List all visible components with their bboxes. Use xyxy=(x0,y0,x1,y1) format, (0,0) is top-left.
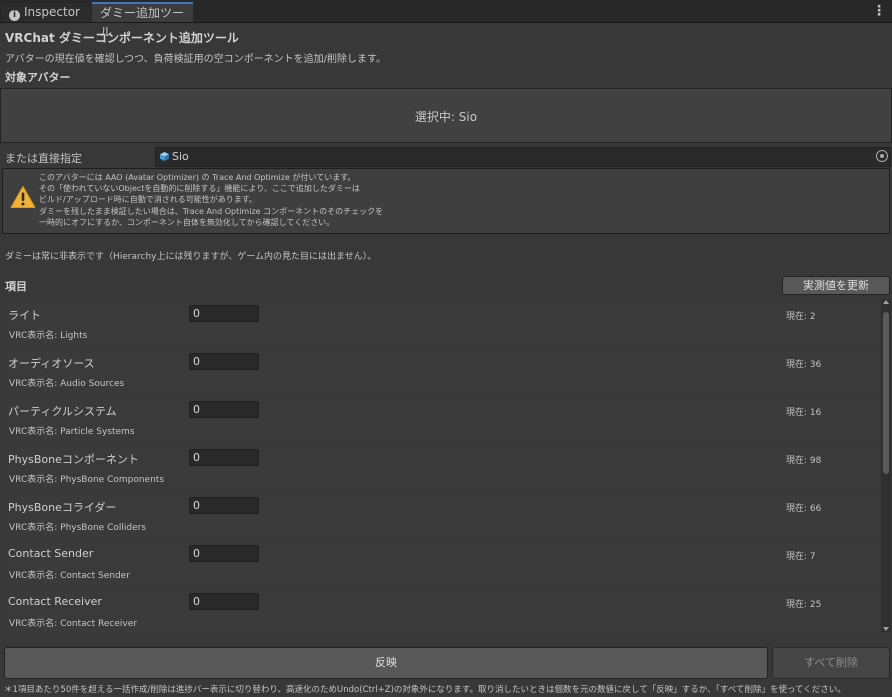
delete-all-button[interactable]: すべて削除 xyxy=(772,647,890,679)
item-name: Contact Sender xyxy=(8,547,94,560)
item-current-value: 現在: 25 xyxy=(786,600,822,610)
items-list: ライト VRC表示名: Lights 現在: 2 オーディオソース VRC表示名… xyxy=(2,299,880,632)
warning-line: このアバターには AAO (Avatar Optimizer) の Trace … xyxy=(39,173,356,182)
item-count-input[interactable] xyxy=(189,497,259,514)
gameobject-icon xyxy=(160,152,169,161)
item-count-input[interactable] xyxy=(189,449,259,466)
page-description: アバターの現在値を確認しつつ、負荷検証用の空コンポーネントを追加/削除します。 xyxy=(5,54,386,65)
item-name: パーティクルシステム xyxy=(8,405,117,418)
footer-note: ＊1項目あたり50件を超える一括作成/削除は進捗バー表示に切り替わり、高速化のた… xyxy=(4,685,846,695)
info-icon: i xyxy=(9,10,20,21)
item-vrc-name: VRC表示名: Lights xyxy=(9,331,88,341)
warning-icon xyxy=(10,186,36,208)
aao-warning-box: このアバターには AAO (Avatar Optimizer) の Trace … xyxy=(2,168,890,234)
item-current-value: 現在: 36 xyxy=(786,360,822,370)
item-name: PhysBoneコンポーネント xyxy=(8,453,139,466)
item-name: オーディオソース xyxy=(8,357,95,370)
item-name: Contact Receiver xyxy=(8,595,102,608)
scroll-up-icon[interactable] xyxy=(883,300,889,304)
item-row-lights: ライト VRC表示名: Lights 現在: 2 xyxy=(2,301,880,346)
hidden-dummy-note: ダミーは常に非表示です（Hierarchy上には残りますが、ゲーム内の見た目には… xyxy=(5,252,377,262)
selected-avatar-label: 選択中: Sio xyxy=(414,110,478,124)
tab-inspector[interactable]: i Inspector xyxy=(2,3,90,22)
item-current-value: 現在: 66 xyxy=(786,504,822,514)
tab-dummy-tool[interactable]: ダミー追加ツール xyxy=(92,2,193,39)
item-vrc-name: VRC表示名: Audio Sources xyxy=(9,379,125,389)
direct-specify-label: または直接指定 xyxy=(5,152,82,165)
item-name: ライト xyxy=(8,309,41,322)
apply-button[interactable]: 反映 xyxy=(4,647,768,679)
item-count-input[interactable] xyxy=(189,401,259,418)
item-row-particle-systems: パーティクルシステム VRC表示名: Particle Systems 現在: … xyxy=(2,397,880,442)
item-count-input[interactable] xyxy=(189,593,259,610)
item-count-input[interactable] xyxy=(189,305,259,322)
item-vrc-name: VRC表示名: Contact Receiver xyxy=(9,619,137,629)
item-current-value: 現在: 98 xyxy=(786,456,822,466)
avatar-object-field[interactable]: Sio xyxy=(155,147,891,167)
item-vrc-name: VRC表示名: Particle Systems xyxy=(9,427,135,437)
warning-line: その「使われていないObjectを自動的に削除する」機能により、ここで追加したダ… xyxy=(39,184,360,194)
refresh-measured-button[interactable]: 実測値を更新 xyxy=(782,276,890,295)
scrollbar-thumb[interactable] xyxy=(883,312,889,474)
item-row-contact-sender: Contact Sender VRC表示名: Contact Sender 現在… xyxy=(2,541,880,586)
items-scrollbar[interactable] xyxy=(881,299,891,632)
item-row-physbone-components: PhysBoneコンポーネント VRC表示名: PhysBone Compone… xyxy=(2,445,880,490)
item-vrc-name: VRC表示名: PhysBone Components xyxy=(9,475,165,485)
target-avatar-header: 対象アバター xyxy=(5,71,71,84)
item-name: PhysBoneコライダー xyxy=(8,501,117,514)
item-vrc-name: VRC表示名: Contact Sender xyxy=(9,571,130,581)
items-header: 項目 xyxy=(5,280,27,293)
tab-menu-icon[interactable]: ⋮ xyxy=(872,3,886,19)
tab-inspector-label: Inspector xyxy=(24,5,80,19)
scroll-down-icon[interactable] xyxy=(883,627,889,631)
item-count-input[interactable] xyxy=(189,545,259,562)
page-title: VRChat ダミーコンポーネント追加ツール xyxy=(5,31,239,45)
item-row-physbone-colliders: PhysBoneコライダー VRC表示名: PhysBone Colliders… xyxy=(2,493,880,538)
warning-line: ビルド/アップロード時に自動で消される可能性があります。 xyxy=(39,195,257,205)
item-current-value: 現在: 2 xyxy=(786,312,816,322)
item-current-value: 現在: 7 xyxy=(786,552,816,562)
avatar-object-value: Sio xyxy=(172,150,189,163)
warning-line: ダミーを残したまま検証したい場合は、Trace And Optimize コンポ… xyxy=(39,206,384,216)
warning-line: 一時的にオフにするか、コンポーネント自体を無効化してから確認してください。 xyxy=(39,217,335,227)
warning-text: このアバターには AAO (Avatar Optimizer) の Trace … xyxy=(39,172,383,228)
item-row-audio-sources: オーディオソース VRC表示名: Audio Sources 現在: 36 xyxy=(2,349,880,394)
item-count-input[interactable] xyxy=(189,353,259,370)
item-vrc-name: VRC表示名: PhysBone Colliders xyxy=(9,523,146,533)
item-row-contact-receiver: Contact Receiver VRC表示名: Contact Receive… xyxy=(2,589,880,632)
item-current-value: 現在: 16 xyxy=(786,408,822,418)
object-picker-icon[interactable] xyxy=(876,150,888,162)
